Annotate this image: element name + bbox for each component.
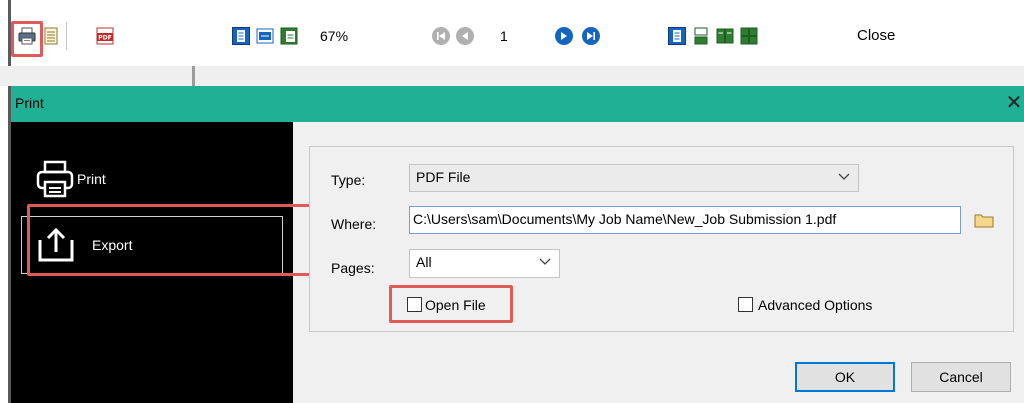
preview-area-strip [0,66,1024,86]
print-dialog: Print ✕ Print Export Type: PDF File Wher… [11,86,1024,403]
svg-text:PDF: PDF [98,35,111,42]
next-page-icon[interactable] [555,27,573,45]
chevron-down-icon [539,253,551,274]
pages-select[interactable]: All [409,249,560,278]
advanced-options-checkbox[interactable] [738,297,753,312]
page-width-icon[interactable] [256,27,274,45]
dialog-close-icon[interactable]: ✕ [1004,92,1024,114]
where-value: C:\Users\sam\Documents\My Job Name\New_J… [413,211,837,227]
single-page-view-icon[interactable] [232,27,250,45]
where-path-field[interactable]: C:\Users\sam\Documents\My Job Name\New_J… [409,206,961,234]
advanced-options-label[interactable]: Advanced Options [758,297,872,313]
multi-page-layout-icon[interactable] [740,27,758,45]
highlight-export-item [27,204,341,276]
cancel-button[interactable]: Cancel [911,362,1011,392]
first-page-icon[interactable] [432,27,450,45]
pages-label: Pages: [331,260,375,276]
where-label: Where: [331,216,377,232]
single-page-layout-icon[interactable] [668,27,686,45]
dialog-title: Print [15,95,44,111]
dialog-titlebar: Print ✕ [11,86,1024,122]
ok-button[interactable]: OK [795,362,895,392]
printer-icon [35,160,75,201]
preview-divider [192,66,195,86]
previous-page-icon[interactable] [456,27,474,45]
sidebar-item-label: Print [77,171,106,187]
toolbar-separator [66,22,67,50]
type-select[interactable]: PDF File [409,164,859,192]
highlight-open-file [389,285,513,323]
type-value: PDF File [416,169,471,185]
page-number-input[interactable]: 1 [500,26,548,46]
pages-value: All [416,254,432,270]
toolbar: PDF 67% 1 Close [0,0,1024,66]
sidebar-item-print[interactable]: Print [21,154,283,204]
close-button[interactable]: Close [857,26,895,46]
zoom-level[interactable]: 67% [320,26,372,46]
chevron-down-icon [838,168,850,189]
highlight-print-icon [11,21,43,57]
type-label: Type: [331,172,366,188]
folder-browse-icon[interactable] [974,212,994,231]
pdf-export-icon[interactable]: PDF [96,27,114,45]
fit-page-icon[interactable] [280,27,298,45]
continuous-layout-icon[interactable] [692,27,710,45]
page-setup-icon[interactable] [42,27,60,45]
last-page-icon[interactable] [582,27,600,45]
two-page-layout-icon[interactable] [716,27,734,45]
